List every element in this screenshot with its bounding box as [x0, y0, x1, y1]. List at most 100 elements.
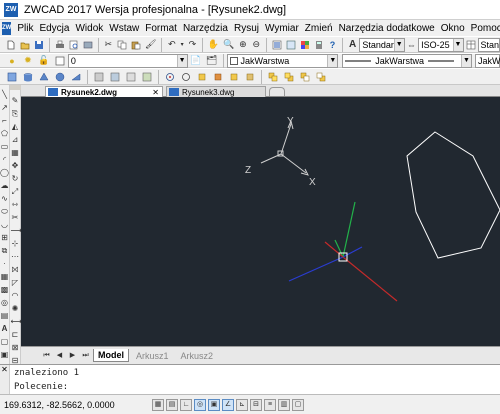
render-icon[interactable]: [108, 70, 122, 84]
calculator-icon[interactable]: [313, 38, 325, 52]
copy-object-icon[interactable]: ⎘: [11, 109, 20, 118]
view-cone-icon[interactable]: [37, 70, 51, 84]
arc-icon[interactable]: ◜: [0, 155, 9, 164]
shade-icon[interactable]: [92, 70, 106, 84]
mirror-icon[interactable]: ◭: [11, 122, 20, 131]
tab-arkusz1[interactable]: Arkusz1: [131, 349, 174, 362]
multiline-text-icon[interactable]: A: [0, 324, 9, 333]
dimension-style-select[interactable]: ISO-25 ▼: [418, 37, 464, 52]
menu-narzedzia-dodatkowe[interactable]: Narzędzia dodatkowe: [336, 23, 438, 34]
tab-rysunek2[interactable]: Rysunek2.dwg ✕: [45, 86, 163, 97]
table-icon[interactable]: ▤: [0, 311, 9, 320]
align-icon[interactable]: ⊏: [11, 330, 20, 339]
explode-icon[interactable]: ✺: [11, 304, 20, 313]
tool-palettes-icon[interactable]: [299, 38, 311, 52]
draw-order-under-icon[interactable]: [314, 70, 328, 84]
quick-properties-toggle-icon[interactable]: ▢: [292, 398, 304, 411]
lengthen-icon[interactable]: ⟷: [11, 317, 22, 326]
rectangle-icon[interactable]: ▭: [0, 142, 9, 151]
hide-icon[interactable]: [124, 70, 138, 84]
construction-line-icon[interactable]: ↗: [0, 103, 9, 112]
layer-freeze-icon[interactable]: ✹: [21, 54, 35, 68]
color-select[interactable]: JakWarstwa ▼: [226, 53, 339, 68]
stretch-icon[interactable]: ⇿: [11, 200, 20, 209]
break-icon[interactable]: ⋯: [11, 252, 20, 261]
hatch-icon[interactable]: ▦: [0, 272, 9, 281]
app-icon[interactable]: ZW: [4, 2, 18, 17]
draw-order-above-icon[interactable]: [298, 70, 312, 84]
ortho-toggle-icon[interactable]: ∟: [180, 398, 192, 411]
previous-tab-icon[interactable]: ◀: [54, 350, 65, 361]
redo-icon[interactable]: ↷: [187, 38, 198, 52]
polar-toggle-icon[interactable]: ◎: [194, 398, 206, 411]
menu-pomoc[interactable]: Pomoc: [468, 23, 500, 34]
view-sphere-icon[interactable]: [53, 70, 67, 84]
undo-dropdown-icon[interactable]: ▾: [180, 38, 185, 52]
layer-on-icon[interactable]: ●: [5, 54, 19, 68]
menu-wymiar[interactable]: Wymiar: [262, 23, 302, 34]
menu-rysuj[interactable]: Rysuj: [231, 23, 262, 34]
view-cylinder-icon[interactable]: [21, 70, 35, 84]
table-style-select[interactable]: Stan: [477, 37, 500, 52]
orbit-icon[interactable]: [163, 70, 177, 84]
view-iso-icon[interactable]: [227, 70, 241, 84]
first-tab-icon[interactable]: ⏮: [41, 350, 52, 361]
chevron-down-icon[interactable]: ▼: [393, 38, 404, 51]
print-preview-icon[interactable]: [68, 38, 80, 52]
view-top-icon[interactable]: [5, 70, 19, 84]
extend-icon[interactable]: ⟶: [11, 226, 22, 235]
lineweight-toggle-icon[interactable]: ≡: [264, 398, 276, 411]
measure-icon[interactable]: ⊠: [11, 343, 20, 352]
close-icon[interactable]: ✕: [152, 88, 159, 97]
zoom-previous-icon[interactable]: ⊖: [251, 38, 262, 52]
tab-model[interactable]: Model: [93, 349, 129, 362]
point-icon[interactable]: ·: [0, 259, 9, 268]
view-wedge-icon[interactable]: [69, 70, 83, 84]
ellipse-arc-icon[interactable]: ◡: [0, 220, 9, 229]
make-object-layer-current-icon[interactable]: 📄: [189, 54, 203, 68]
new-file-icon[interactable]: [5, 38, 17, 52]
snap-toggle-icon[interactable]: ▦: [152, 398, 164, 411]
menu-wstaw[interactable]: Wstaw: [106, 23, 142, 34]
linetype-select[interactable]: JakWarstwa ▼: [342, 53, 472, 68]
fillet-icon[interactable]: ◠: [11, 291, 20, 300]
osnap-toggle-icon[interactable]: ▣: [208, 398, 220, 411]
polygon-icon[interactable]: ⬠: [0, 129, 9, 138]
menu-narzedzia[interactable]: Narzędzia: [180, 23, 231, 34]
next-tab-icon[interactable]: ▶: [67, 350, 78, 361]
chevron-down-icon[interactable]: ▼: [327, 54, 338, 67]
open-file-icon[interactable]: [19, 38, 31, 52]
chevron-down-icon[interactable]: ▼: [176, 54, 187, 67]
wipeout-icon[interactable]: ▢: [0, 337, 9, 346]
lineweight-select[interactable]: JakW: [474, 53, 500, 68]
paste-icon[interactable]: [130, 38, 142, 52]
table-style-icon[interactable]: [465, 38, 477, 52]
revision-cloud-icon[interactable]: ☁: [0, 181, 9, 190]
new-tab-button[interactable]: [269, 87, 285, 96]
menu-format[interactable]: Format: [142, 23, 180, 34]
text-style-icon[interactable]: A: [347, 38, 358, 52]
polyline-icon[interactable]: ⌐: [0, 116, 9, 125]
line-icon[interactable]: ╲: [0, 90, 9, 99]
zoom-realtime-icon[interactable]: 🔍: [222, 38, 235, 52]
menu-edycja[interactable]: Edycja: [36, 23, 72, 34]
design-center-icon[interactable]: [285, 38, 297, 52]
undo-icon[interactable]: ↶: [166, 38, 177, 52]
properties-icon[interactable]: [271, 38, 283, 52]
rotate-icon[interactable]: ↻: [11, 174, 20, 183]
text-style-select[interactable]: Standard ▼: [359, 37, 405, 52]
tab-arkusz2[interactable]: Arkusz2: [176, 349, 219, 362]
move-icon[interactable]: ✥: [11, 161, 20, 170]
gradient-icon[interactable]: ▩: [0, 285, 9, 294]
erase-icon[interactable]: ✎: [11, 96, 20, 105]
menu-plik[interactable]: Plik: [14, 23, 36, 34]
layer-color-swatch-icon[interactable]: [53, 54, 67, 68]
command-window-handle[interactable]: ✕: [0, 365, 10, 395]
draw-order-front-icon[interactable]: [266, 70, 280, 84]
trim-icon[interactable]: ✂: [11, 213, 20, 222]
polygon-shape[interactable]: [406, 131, 500, 259]
menu-okno[interactable]: Okno: [438, 23, 468, 34]
view-front-icon[interactable]: [195, 70, 209, 84]
copy-icon[interactable]: [116, 38, 128, 52]
dyn-toggle-icon[interactable]: ⊟: [250, 398, 262, 411]
